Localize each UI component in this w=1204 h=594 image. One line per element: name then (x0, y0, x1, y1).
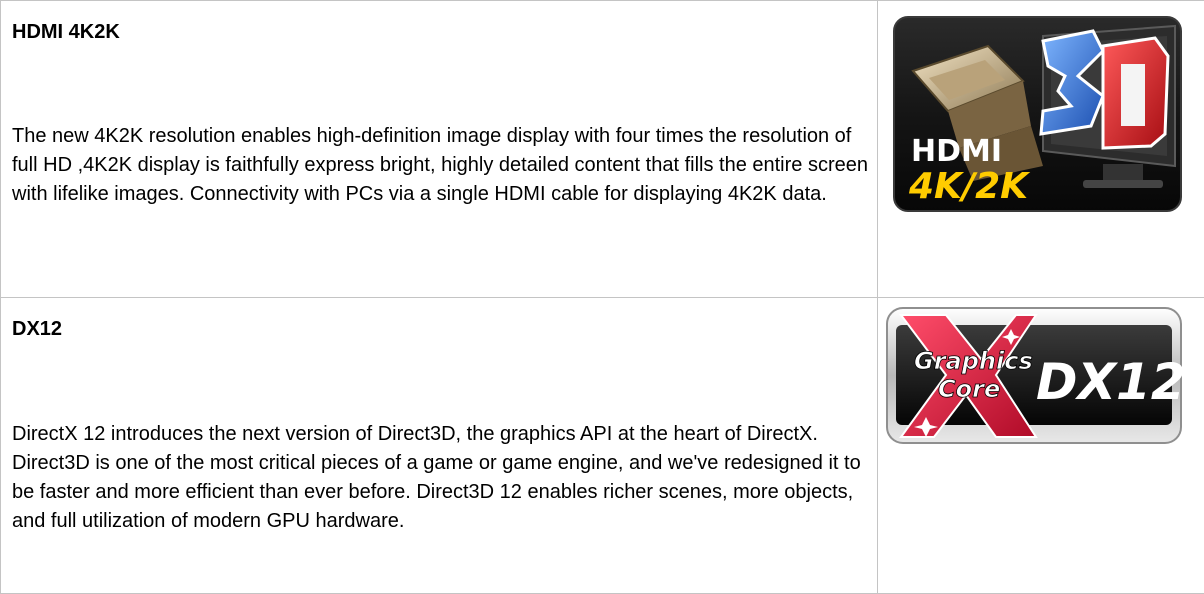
feature-description: DirectX 12 introduces the next version o… (1, 341, 872, 536)
badge-hdmi-label: HDMI (911, 134, 1002, 169)
feature-description: The new 4K2K resolution enables high-def… (1, 44, 872, 209)
badge-4k2k-label: 4K/2K (908, 166, 1031, 207)
feature-text-cell: HDMI 4K2K The new 4K2K resolution enable… (1, 1, 878, 298)
hdmi-3d-4k2k-logo: HDMI 4K/2K (893, 16, 1182, 212)
badge-dx12-label: DX12 (1036, 353, 1182, 411)
feature-text-cell: DX12 DirectX 12 introduces the next vers… (1, 298, 878, 594)
feature-title: DX12 (1, 298, 877, 341)
badge-graphics-label: Graphics (914, 347, 1033, 375)
feature-title: HDMI 4K2K (1, 1, 877, 44)
3d-accent-icon (1041, 31, 1168, 148)
graphics-core-dx12-logo: Graphics Core DX12 (886, 307, 1182, 444)
badge-core-label: Core (938, 375, 1000, 403)
